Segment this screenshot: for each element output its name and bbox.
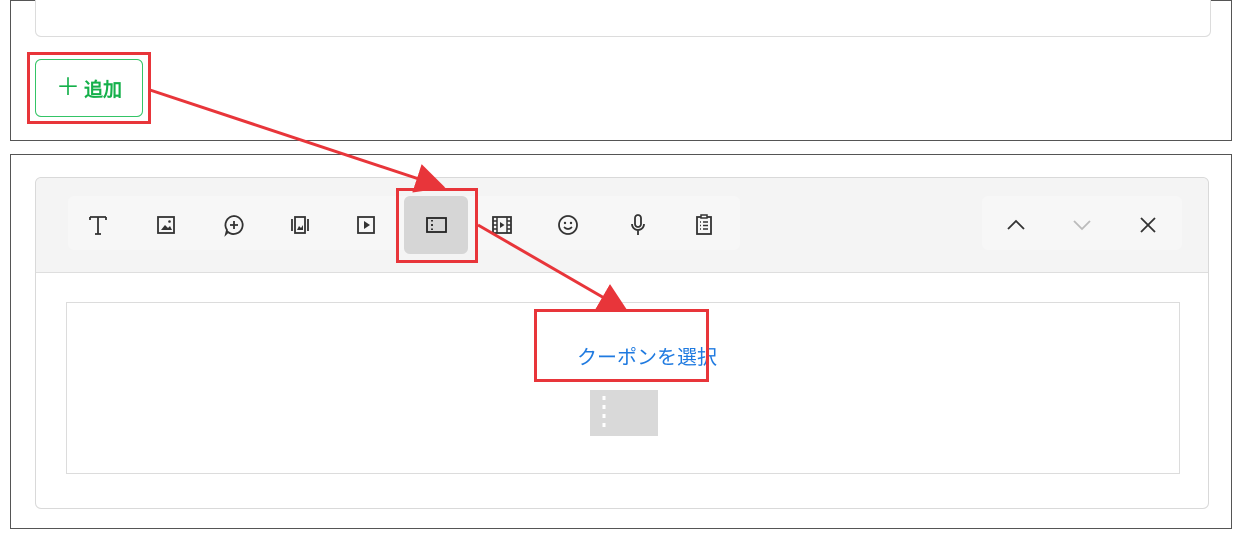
editor-toolbar [36, 178, 1208, 273]
message-editor-panel: クーポンを選択 [10, 154, 1232, 529]
text-icon [89, 216, 107, 235]
rich-video-tool-button[interactable] [470, 196, 534, 254]
image-carousel-tool-button[interactable] [268, 196, 332, 254]
add-message-panel: ＋ 追加 [10, 0, 1232, 141]
coupon-content-area: クーポンを選択 [66, 302, 1180, 474]
select-coupon-link[interactable]: クーポンを選択 [577, 341, 717, 370]
previous-message-card [35, 0, 1211, 37]
chevron-down-icon [1073, 220, 1091, 231]
plus-icon: ＋ [55, 74, 80, 101]
chevron-up-icon [1007, 219, 1025, 230]
image-icon [157, 216, 175, 234]
coupon-icon [426, 217, 447, 233]
video-tool-button[interactable] [334, 196, 398, 254]
text-tool-button[interactable] [66, 196, 130, 254]
move-down-button[interactable] [1050, 196, 1114, 254]
coupon-placeholder-icon [590, 390, 658, 436]
stamp-tool-button[interactable] [202, 196, 266, 254]
close-message-button[interactable] [1116, 196, 1180, 254]
carousel-icon [291, 216, 309, 234]
image-tool-button[interactable] [134, 196, 198, 254]
chat-plus-icon [224, 215, 244, 237]
voice-tool-button[interactable] [606, 196, 670, 254]
video-icon [357, 216, 375, 234]
move-up-button[interactable] [984, 196, 1048, 254]
smile-icon [558, 215, 578, 235]
microphone-icon [631, 214, 645, 235]
emoji-tool-button[interactable] [536, 196, 600, 254]
add-button-label: 追加 [83, 79, 122, 101]
message-editor: クーポンを選択 [35, 177, 1209, 509]
coupon-tool-button[interactable] [404, 196, 468, 254]
close-icon [1140, 217, 1156, 233]
add-button[interactable]: ＋ 追加 [35, 59, 143, 117]
film-icon [492, 216, 512, 234]
clipboard-icon [696, 214, 712, 235]
survey-tool-button[interactable] [672, 196, 736, 254]
